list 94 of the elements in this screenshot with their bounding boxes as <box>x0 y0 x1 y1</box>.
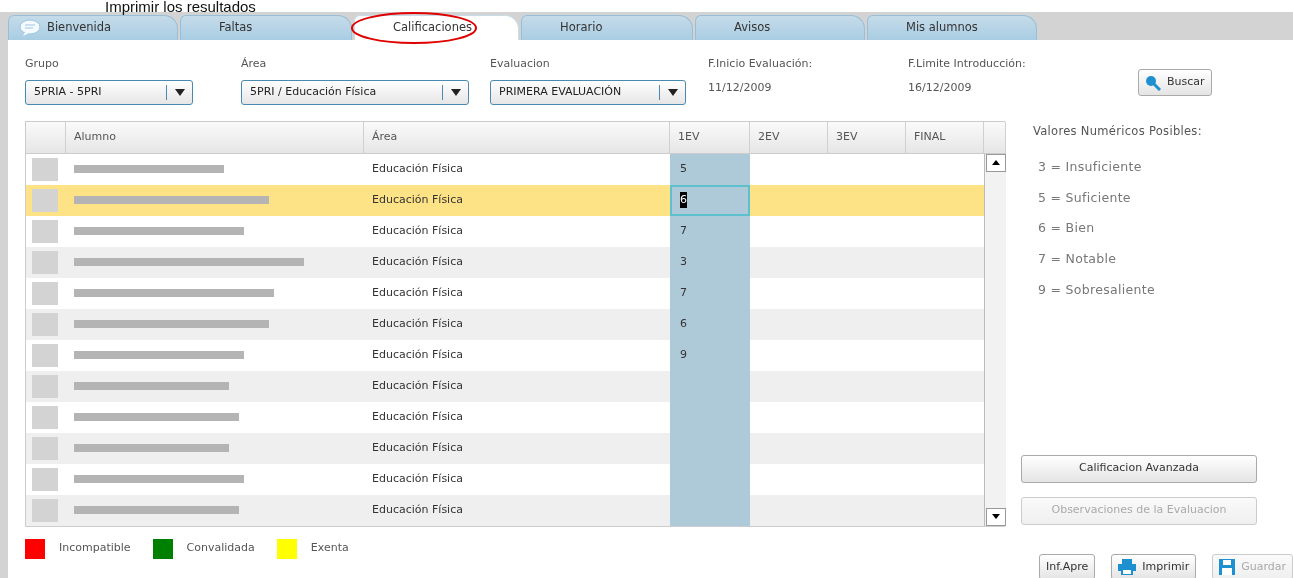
table-cell-text: Educación Física <box>371 160 464 177</box>
tab[interactable]: Horario <box>521 15 693 40</box>
grade-cell[interactable]: 6 <box>670 308 750 340</box>
table-cell-text: Educación Física <box>371 222 464 239</box>
row-header-cell[interactable] <box>26 308 66 340</box>
row-handle[interactable] <box>32 250 58 274</box>
row-handle[interactable] <box>32 405 58 429</box>
grade-cell[interactable] <box>906 432 984 464</box>
legend-label: Convalidada <box>186 540 255 557</box>
legend-label: Exenta <box>310 540 349 557</box>
section-title: Valores Numéricos Posibles: <box>1033 122 1203 140</box>
row-handle[interactable] <box>32 312 58 336</box>
grade-cell[interactable] <box>906 184 984 216</box>
legend-label: Incompatible <box>59 540 131 557</box>
grade-cell[interactable]: 5 <box>670 153 750 185</box>
row-handle[interactable] <box>32 467 58 491</box>
printer-icon <box>1118 559 1137 575</box>
dropdown[interactable]: PRIMERA EVALUACIÓN <box>490 79 686 105</box>
caret-icon <box>450 88 461 96</box>
grade-cell[interactable] <box>750 184 828 216</box>
tab[interactable]: Faltas <box>180 15 352 40</box>
grade-cell[interactable]: 9 <box>670 339 750 371</box>
dropdown[interactable]: 5PRIA - 5PRI <box>25 79 193 105</box>
toolbar-button[interactable]: Inf.Apre <box>1039 554 1096 578</box>
row-handle[interactable] <box>32 281 58 305</box>
column-header: Área <box>364 121 670 154</box>
action-button[interactable]: Calificacion Avanzada <box>1021 454 1257 483</box>
caret-icon <box>667 88 678 96</box>
grade-cell[interactable] <box>750 370 828 402</box>
table-cell-text: Educación Física <box>371 470 464 487</box>
row-handle[interactable] <box>32 498 58 522</box>
row-header-cell[interactable] <box>26 184 66 216</box>
column-header: FINAL <box>906 121 984 154</box>
field-label: Evaluacion <box>490 56 551 72</box>
value-legend-item: 5 = Suficiente <box>1038 188 1132 207</box>
row-handle[interactable] <box>32 219 58 243</box>
field-label: F.Inicio Evaluación: <box>708 56 814 72</box>
table-cell: Educación Física <box>364 494 670 526</box>
scrollbar[interactable] <box>984 153 1006 526</box>
column-header: 1EV <box>670 121 750 154</box>
table-cell: Educación Física <box>364 432 670 464</box>
grade-cell[interactable] <box>670 494 750 526</box>
row-header-cell[interactable] <box>26 246 66 278</box>
column-header: 3EV <box>828 121 906 154</box>
grade-cell[interactable]: 3 <box>670 246 750 278</box>
row-handle[interactable] <box>32 374 58 398</box>
field-label: F.Limite Introducción: <box>908 56 1027 72</box>
grade-cell[interactable] <box>750 246 828 278</box>
field-label: Grupo <box>25 56 60 72</box>
tab[interactable]: Bienvenida <box>8 15 178 40</box>
row-handle[interactable] <box>32 157 58 181</box>
row-handle[interactable] <box>32 188 58 212</box>
table-cell-text: Educación Física <box>371 284 464 301</box>
field-label: Área <box>241 56 268 72</box>
table-cell-text: Educación Física <box>371 408 464 425</box>
tab[interactable]: Avisos <box>695 15 865 40</box>
down-arrow-icon <box>991 514 1000 519</box>
grade-cell[interactable] <box>906 370 984 402</box>
date-value: 16/12/2009 <box>908 79 972 96</box>
grade-input[interactable]: 6 <box>670 184 750 216</box>
search-button[interactable]: Buscar <box>1138 69 1212 96</box>
table-cell: Educación Física <box>364 246 670 278</box>
table-cell-text: Educación Física <box>371 346 464 363</box>
up-arrow-icon <box>991 160 1000 165</box>
grade-cell[interactable] <box>750 308 828 340</box>
value-legend-item: 7 = Notable <box>1038 250 1118 268</box>
row-handle[interactable] <box>32 343 58 367</box>
table-cell: Educación Física <box>364 370 670 402</box>
grade-cell[interactable] <box>750 494 828 526</box>
grade-cell[interactable]: 7 <box>670 215 750 247</box>
table-cell: Educación Física <box>364 184 670 216</box>
value-legend-item: 9 = Sobresaliente <box>1038 280 1156 299</box>
grade-cell[interactable]: 7 <box>670 277 750 309</box>
grade-cell[interactable] <box>750 432 828 464</box>
value-legend-item: 6 = Bien <box>1038 219 1096 238</box>
caret-icon <box>174 88 185 96</box>
column-header: Alumno <box>66 121 364 154</box>
grade-cell[interactable] <box>906 494 984 526</box>
grade-cell[interactable] <box>906 308 984 340</box>
table-cell: Educación Física <box>364 308 670 340</box>
dropdown[interactable]: 5PRI / Educación Física <box>241 79 469 105</box>
scroll-down-button[interactable] <box>985 507 1006 526</box>
grade-cell[interactable] <box>906 246 984 278</box>
date-value: 11/12/2009 <box>708 79 772 96</box>
column-header: 2EV <box>750 121 828 154</box>
search-icon <box>1145 74 1161 91</box>
tab[interactable]: Mis alumnos <box>867 15 1037 40</box>
row-header-cell[interactable] <box>26 494 66 526</box>
chat-icon <box>19 19 41 37</box>
value-legend-item: 3 = Insuficiente <box>1038 157 1143 176</box>
row-header-cell[interactable] <box>26 432 66 464</box>
toolbar-button[interactable]: Imprimir <box>1111 554 1197 578</box>
row-handle[interactable] <box>32 436 58 460</box>
row-header-cell[interactable] <box>26 370 66 402</box>
